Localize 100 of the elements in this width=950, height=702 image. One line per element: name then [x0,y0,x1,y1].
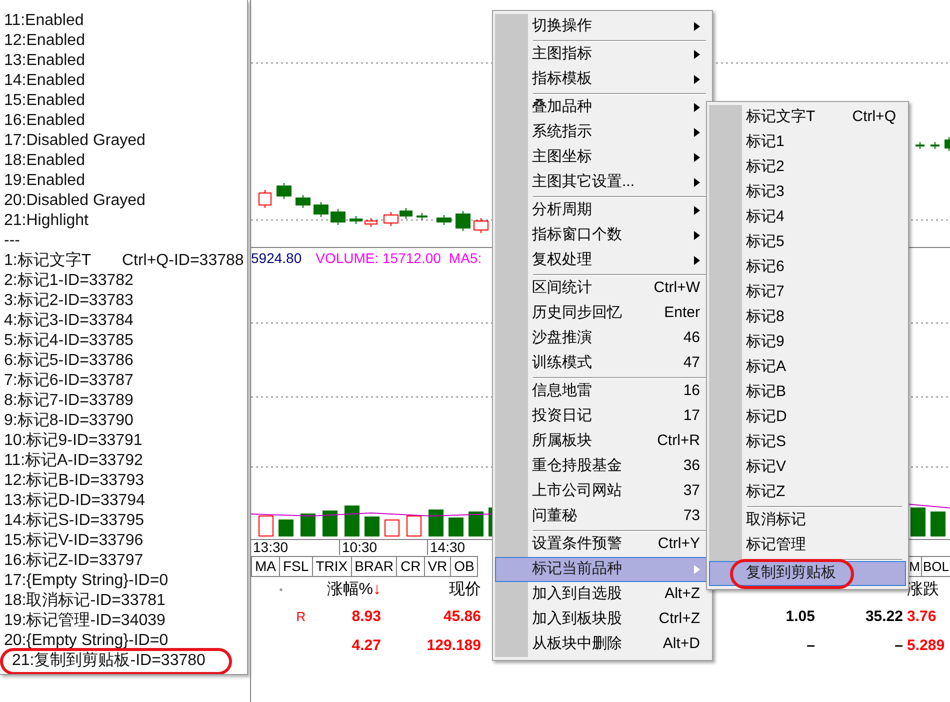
debug-line: 20:{Empty String}-ID=0 [4,632,168,649]
debug-line: 16:Enabled [4,112,85,129]
menu-item[interactable]: 问董秘 73 [495,504,710,529]
menu-item[interactable]: 重仓持股基金 36 [495,454,710,479]
menu-item[interactable]: 标记7 [709,280,906,305]
debug-line: 16:标记Z-ID=33797 [4,552,144,569]
menu-item[interactable]: 上市公司网站 37 [495,479,710,504]
menu-item[interactable]: 标记管理 [709,533,906,558]
menu-item[interactable]: 训练模式 47 [495,351,710,376]
table-cell: – [806,637,815,654]
candlestick [350,216,362,224]
debug-line: 15:标记V-ID=33796 [4,532,144,549]
menu-item[interactable]: 切换操作 [495,14,710,39]
volume-bar [384,520,400,536]
volume-bar [406,516,422,536]
menu-item[interactable]: 主图其它设置... [495,170,710,195]
indicator-tab[interactable]: TRIX [312,556,352,577]
menu-item[interactable]: 主图指标 [495,42,710,67]
menu-item[interactable]: 标记8 [709,305,906,330]
menu-item[interactable]: 信息地雷 16 [495,379,710,404]
menu-item[interactable]: 标记Z [709,480,906,505]
menu-item[interactable]: 标记文字T Ctrl+Q [709,105,906,130]
volume-bar [468,512,484,536]
candlestick [276,182,292,200]
menu-item[interactable]: 标记5 [709,230,906,255]
debug-line: 1:标记文字T Ctrl+Q-ID=33788 [4,252,244,269]
column-header[interactable]: 现价 [381,578,481,602]
volume-bar [910,508,926,536]
menu-item[interactable]: 叠加品种 [495,95,710,120]
menu-item[interactable]: 区间统计 Ctrl+W [495,276,710,301]
menu-item[interactable]: 从板块中删除 Alt+D [495,632,710,657]
debug-line: 19:标记管理-ID=34039 [4,612,166,629]
menu-item[interactable]: 标记4 [709,205,906,230]
volume-bar [448,518,464,536]
debug-line: 18:取消标记-ID=33781 [4,592,166,609]
menu-item[interactable]: 标记3 [709,180,906,205]
indicator-tab[interactable]: VR [424,556,452,577]
menu-item[interactable]: 复制到剪贴板 [709,561,906,586]
indicator-tab[interactable]: MA [251,556,280,577]
candlestick [944,136,950,152]
submenu-arrow-icon [694,256,700,265]
indicator-tab[interactable]: BOL [920,556,950,577]
menu-item[interactable]: 标记1 [709,130,906,155]
time-label: 10:30 [339,540,427,555]
menu-item[interactable]: 沙盘推演 46 [495,326,710,351]
debug-line: 10:标记9-ID=33791 [4,432,142,449]
submenu-arrow-icon [694,103,700,112]
menu-item[interactable]: 加入到自选股 Alt+Z [495,582,710,607]
candlestick [384,212,398,226]
candlestick [456,210,470,232]
menu-item[interactable]: 标记6 [709,255,906,280]
table-cell: 35.22 [865,608,903,626]
indicator-tab[interactable]: CR [396,556,425,577]
candlestick [330,208,346,226]
volume-bar [364,516,380,536]
menu-item[interactable]: 历史同步回忆 Enter [495,301,710,326]
menu-item[interactable]: 复权处理 [495,248,710,273]
debug-line: 2:标记1-ID=33782 [4,272,134,289]
menu-item[interactable]: 分析周期 [495,198,710,223]
volume-bar [428,510,444,536]
submenu-arrow-icon [694,50,700,59]
debug-line: 4:标记3-ID=33784 [4,312,134,329]
table-cell: 3.76 [907,608,936,626]
debug-line: 14:标记S-ID=33795 [4,512,144,529]
debug-line: 17:{Empty String}-ID=0 [4,572,168,589]
debug-line: 6:标记5-ID=33786 [4,352,134,369]
menu-item[interactable]: 标记9 [709,330,906,355]
debug-line: 8:标记7-ID=33789 [4,392,134,409]
candlestick [916,142,924,150]
debug-line: 11:标记A-ID=33792 [4,452,143,469]
menu-item[interactable]: 标记B [709,380,906,405]
table-cell: 45.86 [443,608,481,626]
volume-bar [344,506,360,536]
menu-item[interactable]: 加入到板块股 Ctrl+Z [495,607,710,632]
menu-item[interactable]: 标记D [709,405,906,430]
menu-item[interactable]: 标记V [709,455,906,480]
menu-item[interactable]: 指标窗口个数 [495,223,710,248]
candlestick [314,202,328,218]
table-cell: 129.189 [426,637,481,654]
candlestick [474,218,488,234]
menu-item[interactable]: 投资日记 17 [495,404,710,429]
menu-item[interactable]: 指标模板 [495,67,710,92]
debug-line: --- [4,232,20,249]
debug-line: 12:标记B-ID=33793 [4,472,144,489]
menu-item[interactable]: 所属板块 Ctrl+R [495,429,710,454]
debug-line: 5:标记4-ID=33785 [4,332,134,349]
candlestick [364,218,378,228]
indicator-tab[interactable]: FSL [279,556,313,577]
menu-item[interactable]: 标记S [709,430,906,455]
menu-item[interactable]: 主图坐标 [495,145,710,170]
menu-item[interactable]: 标记A [709,355,906,380]
menu-item[interactable]: 标记2 [709,155,906,180]
column-header[interactable]: 涨幅%↓ [311,578,381,602]
indicator-tab[interactable]: OB [450,556,478,577]
debug-line: 11:Enabled [4,12,84,29]
volume-bar [322,510,338,536]
menu-item[interactable]: 系统指示 [495,120,710,145]
menu-item[interactable]: 取消标记 [709,508,906,533]
indicator-tab[interactable]: BRAR [350,556,398,577]
submenu-arrow-icon [694,206,700,215]
